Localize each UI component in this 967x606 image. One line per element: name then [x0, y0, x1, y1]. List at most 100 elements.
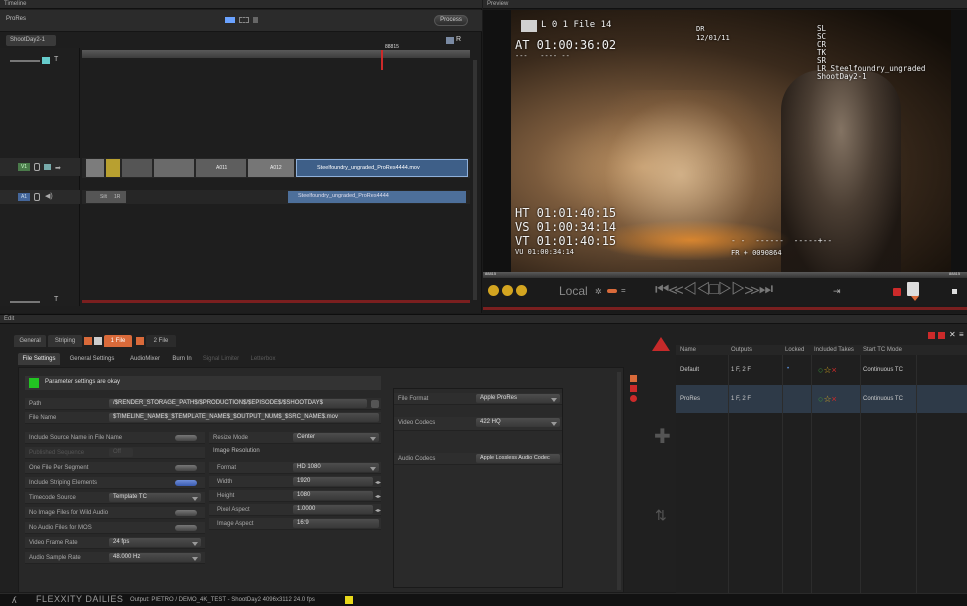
- header-locked[interactable]: Locked: [785, 345, 804, 355]
- menu-icon[interactable]: ≡: [959, 330, 964, 339]
- tab-1-file[interactable]: 1 File: [104, 335, 132, 347]
- loop-icon[interactable]: [516, 285, 527, 296]
- tab-audiomixer[interactable]: AudioMixer: [124, 353, 166, 365]
- filename-value[interactable]: $TIMELINE_NAME$_$TEMPLATE_NAME$_$OUTPUT_…: [109, 413, 379, 422]
- width-value: 1920: [297, 478, 311, 484]
- timeline-vscroll[interactable]: [473, 60, 477, 300]
- preview-ruler[interactable]: [483, 272, 967, 278]
- speaker-icon[interactable]: ◀): [45, 192, 53, 200]
- stepper-arrows-icon[interactable]: ◂▸: [375, 491, 381, 503]
- include-striping-toggle[interactable]: [175, 480, 197, 486]
- monitor-icon[interactable]: [42, 57, 50, 64]
- resize-mode-select[interactable]: Center: [293, 433, 379, 442]
- move-up-arrow-icon[interactable]: [652, 337, 670, 351]
- clip-a012[interactable]: A012: [248, 159, 294, 177]
- no-image-files-toggle[interactable]: [175, 510, 197, 516]
- swap-icon[interactable]: ⇅: [655, 507, 667, 524]
- transport-controls[interactable]: ⏮≪◁◁□▷▷≫⏭: [655, 281, 773, 299]
- video-codecs-select[interactable]: 422 HQ: [476, 418, 560, 427]
- header-name[interactable]: Name: [680, 345, 696, 355]
- header-outputs[interactable]: Outputs: [731, 345, 752, 355]
- clip-a011[interactable]: A011: [196, 159, 246, 177]
- stepper-arrows-icon[interactable]: ◂▸: [375, 477, 381, 489]
- clip-thumb-2[interactable]: [106, 159, 120, 177]
- speaker-icon[interactable]: [488, 285, 499, 296]
- format-select[interactable]: HD 1080: [293, 463, 379, 472]
- view-mode-icon[interactable]: [225, 17, 235, 23]
- clip-main[interactable]: Steelfoundry_ungraded_ProRes4444.mov: [296, 159, 468, 177]
- timeline-ruler[interactable]: [82, 50, 470, 58]
- header-included-takes[interactable]: Included Takes: [814, 345, 854, 355]
- timeline-scrollbar[interactable]: [82, 300, 470, 303]
- path-value[interactable]: /$RENDER_STORAGE_PATH$/$PRODUCTION$/$EPI…: [109, 399, 367, 408]
- included-takes-icons[interactable]: ○☆×: [818, 365, 837, 376]
- tab-letterbox[interactable]: Letterbox: [246, 353, 280, 365]
- sync-icon[interactable]: ✲: [595, 287, 602, 296]
- path-browse-icon[interactable]: [371, 400, 379, 408]
- file-format-select[interactable]: Apple ProRes: [476, 394, 560, 403]
- one-file-per-segment-toggle[interactable]: [175, 465, 197, 471]
- panel-menu-icon[interactable]: [952, 289, 957, 294]
- stepper-arrows-icon[interactable]: ◂▸: [375, 505, 381, 517]
- export-arrow-icon[interactable]: [911, 296, 919, 301]
- row-tc-mode: Continuous TC: [863, 367, 903, 373]
- jump-to-end-icon[interactable]: ⇥: [833, 286, 841, 297]
- preview-scrollbar[interactable]: [483, 307, 967, 310]
- no-audio-files-toggle[interactable]: [175, 525, 197, 531]
- audio-clip-main[interactable]: Steelfoundry_ungraded_ProRes4444: [288, 191, 466, 203]
- settings-scrollbar[interactable]: [617, 372, 621, 590]
- sequence-tab[interactable]: ShootDay2-1: [6, 35, 56, 46]
- zoom-slider[interactable]: [10, 60, 40, 62]
- audio-track-badge[interactable]: A1: [18, 193, 30, 201]
- tab-burn-in[interactable]: Burn In: [168, 353, 196, 365]
- tab-general[interactable]: General: [14, 335, 46, 347]
- record-indicator-icon[interactable]: [607, 289, 617, 293]
- local-label[interactable]: Local: [559, 284, 588, 298]
- clip-thumb-4[interactable]: [154, 159, 194, 177]
- table-row[interactable]: Default 1 F, 2 F • ○☆× Continuous TC: [676, 356, 967, 384]
- include-source-name-toggle[interactable]: [175, 435, 197, 441]
- height-stepper[interactable]: 1080: [293, 491, 373, 500]
- settings-link-icon[interactable]: [630, 375, 637, 382]
- add-plus-icon[interactable]: ✚: [654, 427, 671, 447]
- sequence-menu-icon[interactable]: [446, 37, 454, 44]
- lock-icon[interactable]: [34, 163, 40, 171]
- video-track-badge[interactable]: V1: [18, 163, 30, 171]
- included-takes-icons[interactable]: ○☆×: [818, 394, 837, 405]
- arrow-icon[interactable]: ➡: [55, 164, 61, 172]
- grid-view-icon[interactable]: [239, 17, 249, 23]
- lock-icon[interactable]: [34, 193, 40, 201]
- clipboard-icon[interactable]: [907, 282, 919, 296]
- bottom-zoom-slider[interactable]: [10, 301, 40, 303]
- width-stepper[interactable]: 1920: [293, 477, 373, 486]
- pause-icon[interactable]: [502, 285, 513, 296]
- audio-codecs-select[interactable]: Apple Lossless Audio Codec: [476, 454, 560, 463]
- table-tool-icon-2[interactable]: [938, 332, 945, 339]
- table-row-selected[interactable]: ProRes 1 F, 2 F ○☆× Continuous TC: [676, 385, 967, 413]
- audio-sample-rate-select[interactable]: 48.000 Hz: [109, 553, 201, 562]
- record-icon[interactable]: [893, 288, 901, 296]
- tab-signal-limiter[interactable]: Signal Limiter: [199, 353, 243, 365]
- playhead[interactable]: [381, 50, 383, 70]
- close-icon[interactable]: ✕: [949, 330, 956, 339]
- tab-file-settings[interactable]: File Settings: [18, 353, 60, 365]
- equals-icon[interactable]: =: [621, 286, 626, 295]
- clip-thumb-3[interactable]: [122, 159, 152, 177]
- tab-general-settings[interactable]: General Settings: [63, 353, 121, 365]
- video-codecs-row: Video Codecs 422 HQ: [394, 417, 562, 431]
- tab-2-file[interactable]: 2 File: [146, 335, 176, 347]
- settings-reset-icon[interactable]: [630, 395, 637, 402]
- timeline-toolbar: ProRes Process: [0, 10, 482, 32]
- settings-copy-icon[interactable]: [630, 385, 637, 392]
- pixel-aspect-stepper[interactable]: 1.0000: [293, 505, 373, 514]
- video-frame-rate-select[interactable]: 24 fps: [109, 538, 201, 547]
- table-tool-icon-1[interactable]: [928, 332, 935, 339]
- tab-striping[interactable]: Striping: [48, 335, 82, 347]
- header-start-tc-mode[interactable]: Start TC Mode: [863, 345, 902, 355]
- audio-clip-small[interactable]: Silt 1R: [86, 191, 126, 203]
- list-view-icon[interactable]: [253, 17, 258, 23]
- timecode-source-select[interactable]: Template TC: [109, 493, 201, 502]
- film-icon[interactable]: [44, 164, 51, 170]
- clip-thumb-1[interactable]: [86, 159, 104, 177]
- process-button[interactable]: Process: [434, 15, 468, 26]
